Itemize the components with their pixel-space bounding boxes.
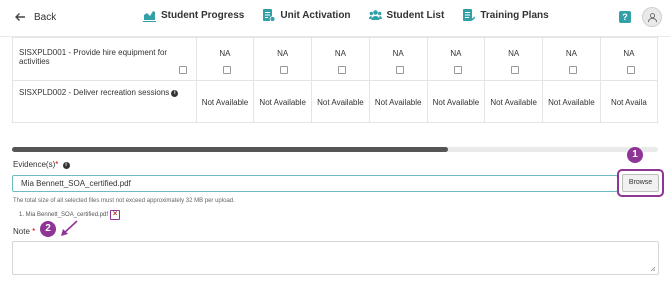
value-cell: Not Available [195,80,255,123]
cell-value: NA [450,49,462,58]
value-cell: NA [426,37,486,81]
horizontal-scrollbar[interactable] [12,147,658,152]
units-table: SISXPLD001 - Provide hire equipment for … [12,37,658,131]
value-cell: Not Available [484,80,544,123]
value-cell: NA [368,37,428,81]
table-row: SISXPLD002 - Deliver recreation sessions… [12,80,658,123]
arrow-left-icon [15,13,25,21]
nav-label: Student List [386,10,445,21]
value-cell: NA [195,37,255,81]
value-cell: Not Available [311,80,370,123]
callout-2: 2 [40,221,56,237]
document-icon [263,9,276,22]
cell-checkbox[interactable] [569,66,578,74]
required-mark: * [55,160,59,169]
file-name: 1. Mia Bennett_SOA_certified.pdf [19,212,109,218]
avatar[interactable] [642,7,662,27]
evidence-file-field[interactable] [12,175,618,192]
file-size-hint: The total size of all selected files mus… [13,198,235,204]
nav-unit-activation[interactable]: Unit Activation [262,9,351,22]
back-button[interactable]: Back [14,11,56,23]
browse-highlight: Browse [617,169,664,197]
cell-checkbox[interactable] [395,66,404,74]
nav-student-progress[interactable]: Student Progress [143,9,244,22]
cell-value: Not Available [259,98,306,107]
value-cell: Not Available [253,80,313,123]
cell-value: Not Available [201,98,249,107]
unit-name: SISXPLD002 - Deliver recreation sessions [19,88,170,97]
value-cell: Not Available [426,80,486,123]
cell-value: NA [334,49,346,58]
cell-value: NA [623,49,635,58]
info-icon[interactable]: i [171,90,179,97]
value-cell: Not Available [542,80,601,123]
cell-value: NA [277,49,289,58]
cell-value: NA [392,49,404,58]
cell-checkbox[interactable] [280,66,289,74]
info-icon[interactable]: i [62,162,70,169]
unit-cell: SISXPLD002 - Deliver recreation sessions… [12,80,197,123]
chart-icon [143,11,156,22]
nav-label: Training Plans [480,10,549,21]
help-icon[interactable]: ? [619,11,631,23]
users-icon [368,10,382,20]
note-textarea[interactable] [12,241,659,275]
value-cell: Not Availa [599,80,658,123]
cell-checkbox[interactable] [453,66,462,74]
cell-value: NA [508,49,520,58]
value-cell: NA [599,37,658,81]
value-cell: NA [542,37,601,81]
note-label-text: Note [13,227,30,236]
remove-file-button[interactable]: × [110,209,121,220]
back-label: Back [34,11,57,23]
value-cell: NA [311,37,370,81]
cell-value: NA [565,49,577,58]
cell-checkbox[interactable] [222,66,231,74]
nav-label: Unit Activation [280,10,351,21]
nav-training-plans[interactable]: Training Plans [462,9,549,22]
value-cell: NA [484,37,544,81]
main-nav: Student Progress Unit Activation Student… [143,9,549,22]
cell-value: NA [219,49,231,58]
cell-checkbox[interactable] [338,66,347,74]
file-list-item: 1. Mia Bennett_SOA_certified.pdf × [19,209,121,220]
cell-value: Not Available [490,98,537,107]
arrow-icon [61,220,78,236]
cell-value: Not Available [548,98,595,107]
unit-name: SISXPLD001 - Provide hire equipment for … [19,48,168,66]
evidence-label: Evidence(s)* i [13,160,70,169]
cell-checkbox[interactable] [511,66,520,74]
cell-value: Not Available [317,98,364,107]
cell-checkbox[interactable] [626,66,635,74]
resize-handle-icon[interactable] [650,266,656,272]
unit-cell: SISXPLD001 - Provide hire equipment for … [12,37,197,81]
cell-value: Not Availa [610,98,647,107]
user-icon [647,12,657,22]
document-list-icon [463,9,476,21]
nav-student-list[interactable]: Student List [368,9,445,22]
row-checkbox[interactable] [178,66,187,74]
close-icon: × [112,209,118,218]
browse-button[interactable]: Browse [622,174,659,192]
note-label: Note * [13,227,35,236]
value-cell: Not Available [368,80,428,123]
required-mark: * [32,227,36,236]
evidence-label-text: Evidence(s) [13,160,56,169]
scrollbar-thumb[interactable] [12,147,448,152]
value-cell: NA [253,37,313,81]
table-row: SISXPLD001 - Provide hire equipment for … [12,37,658,81]
cell-value: Not Available [432,98,480,107]
top-bar: Back Student Progress Unit Activation St… [0,0,670,37]
nav-label: Student Progress [161,10,245,21]
cell-value: Not Available [374,98,422,107]
callout-1: 1 [627,147,643,163]
